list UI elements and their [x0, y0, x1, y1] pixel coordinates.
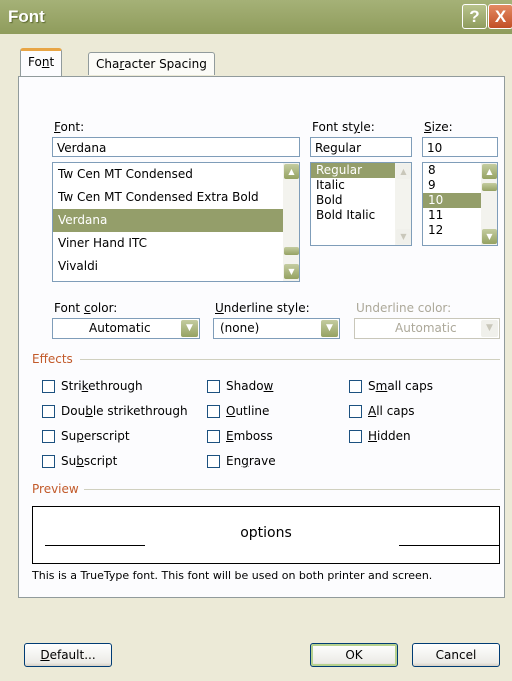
- preview-line-right: [399, 545, 499, 546]
- engrave-checkbox[interactable]: Engrave: [207, 454, 276, 468]
- preview-text: options: [240, 525, 292, 541]
- font-list-item[interactable]: Tw Cen MT Condensed Extra Bold: [53, 186, 299, 209]
- checkbox-icon[interactable]: [207, 430, 220, 443]
- preview-note: This is a TrueType font. This font will …: [32, 569, 433, 582]
- font-list-item[interactable]: Vivaldi: [53, 255, 299, 278]
- checkbox-icon[interactable]: [42, 405, 55, 418]
- preview-line-left: [45, 545, 145, 546]
- hidden-checkbox[interactable]: Hidden: [349, 429, 411, 443]
- scroll-up-icon[interactable]: ▲: [284, 164, 299, 179]
- strikethrough-checkbox[interactable]: Strikethrough: [42, 379, 143, 393]
- chevron-down-icon: ▼: [481, 320, 498, 337]
- underline-color-label: Underline color:: [356, 301, 452, 315]
- font-style-scrollbar[interactable]: ▲ ▼: [395, 163, 411, 245]
- outline-checkbox[interactable]: Outline: [207, 404, 269, 418]
- emboss-checkbox[interactable]: Emboss: [207, 429, 273, 443]
- preview-divider: [84, 489, 500, 490]
- size-input[interactable]: 10: [422, 137, 498, 157]
- chevron-down-icon[interactable]: ▼: [321, 320, 338, 337]
- ok-button[interactable]: OK: [310, 643, 398, 667]
- checkbox-icon[interactable]: [207, 380, 220, 393]
- font-color-dropdown[interactable]: Automatic ▼: [52, 318, 200, 339]
- font-label: Font:: [54, 120, 85, 134]
- double-strikethrough-checkbox[interactable]: Double strikethrough: [42, 404, 188, 418]
- checkbox-icon[interactable]: [42, 455, 55, 468]
- font-list-item[interactable]: Viner Hand ITC: [53, 232, 299, 255]
- size-scrollbar[interactable]: ▲ ▼: [481, 163, 497, 245]
- font-color-value: Automatic: [89, 321, 151, 335]
- effects-divider: [80, 359, 500, 360]
- font-list[interactable]: Tw Cen MT Condensed Tw Cen MT Condensed …: [52, 162, 300, 282]
- checkbox-icon[interactable]: [207, 405, 220, 418]
- underline-color-value: Automatic: [395, 321, 457, 335]
- close-button[interactable]: X: [488, 4, 512, 29]
- font-list-item[interactable]: Tw Cen MT Condensed: [53, 163, 299, 186]
- font-style-input[interactable]: Regular: [310, 137, 412, 157]
- size-label: Size:: [424, 120, 453, 134]
- preview-group-label: Preview: [32, 482, 79, 496]
- font-style-label: Font style:: [312, 120, 375, 134]
- scroll-thumb[interactable]: [284, 247, 299, 255]
- underline-color-dropdown: Automatic ▼: [354, 318, 500, 339]
- chevron-down-icon[interactable]: ▼: [181, 320, 198, 337]
- small-caps-checkbox[interactable]: Small caps: [349, 379, 433, 393]
- help-button[interactable]: ?: [462, 4, 487, 29]
- checkbox-icon[interactable]: [349, 430, 362, 443]
- title-bar: Font ? X: [0, 0, 512, 34]
- all-caps-checkbox[interactable]: All caps: [349, 404, 415, 418]
- scroll-thumb[interactable]: [482, 183, 497, 191]
- font-name-input[interactable]: Verdana: [52, 137, 300, 157]
- subscript-checkbox[interactable]: Subscript: [42, 454, 117, 468]
- font-color-label: Font color:: [54, 301, 118, 315]
- shadow-checkbox[interactable]: Shadow: [207, 379, 273, 393]
- scroll-down-icon[interactable]: ▼: [482, 229, 497, 244]
- scroll-down-icon[interactable]: ▼: [284, 264, 299, 279]
- window-title: Font: [8, 7, 45, 26]
- scroll-down-icon[interactable]: ▼: [396, 229, 411, 244]
- font-list-item-selected[interactable]: Verdana: [53, 209, 299, 232]
- cancel-button[interactable]: Cancel: [412, 643, 500, 667]
- preview-box: options: [32, 506, 500, 564]
- underline-style-value: (none): [220, 321, 260, 335]
- checkbox-icon[interactable]: [349, 405, 362, 418]
- underline-style-label: Underline style:: [215, 301, 310, 315]
- checkbox-icon[interactable]: [42, 380, 55, 393]
- checkbox-icon[interactable]: [207, 455, 220, 468]
- tab-character-spacing[interactable]: Character Spacing: [88, 52, 215, 75]
- underline-style-dropdown[interactable]: (none) ▼: [213, 318, 340, 339]
- scroll-up-icon[interactable]: ▲: [482, 164, 497, 179]
- effects-group-label: Effects: [32, 352, 73, 366]
- size-list[interactable]: 8 9 10 11 12 ▲ ▼: [422, 162, 498, 246]
- default-button[interactable]: Default...: [24, 643, 112, 667]
- font-list-scrollbar[interactable]: ▲ ▼: [283, 163, 299, 281]
- checkbox-icon[interactable]: [349, 380, 362, 393]
- scroll-up-icon[interactable]: ▲: [396, 164, 411, 179]
- tab-font[interactable]: Font: [20, 48, 63, 76]
- font-style-list[interactable]: Regular Italic Bold Bold Italic ▲ ▼: [310, 162, 412, 246]
- checkbox-icon[interactable]: [42, 430, 55, 443]
- superscript-checkbox[interactable]: Superscript: [42, 429, 130, 443]
